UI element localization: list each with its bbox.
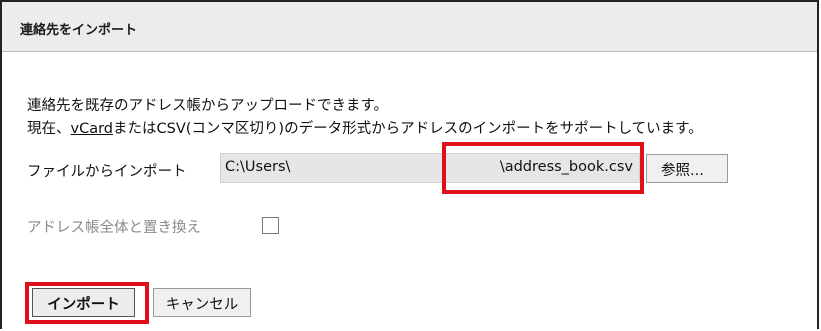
import-contacts-dialog: 連絡先をインポート 連絡先を既存のアドレス帳からアップロードできます。 現在、v… [0, 0, 819, 329]
dialog-titlebar: 連絡先をインポート [2, 2, 817, 52]
description-prefix: 現在、 [27, 121, 71, 137]
description-line-1: 連絡先を既存のアドレス帳からアップロードできます。 [27, 98, 389, 114]
browse-button[interactable]: 参照... [646, 154, 728, 183]
file-path-text: C:\Users\ [225, 159, 291, 175]
replace-address-book-checkbox[interactable] [262, 217, 279, 234]
highlight-box-filename [442, 142, 644, 194]
dialog-title: 連絡先をインポート [20, 23, 138, 38]
import-from-file-label: ファイルからインポート [27, 164, 187, 180]
replace-address-book-label: アドレス帳全体と置き換え [27, 220, 201, 236]
vcard-link[interactable]: vCard [71, 121, 114, 137]
cancel-button[interactable]: キャンセル [153, 288, 251, 317]
description-suffix: またはCSV(コンマ区切り)のデータ形式からアドレスのインポートをサポートしてい… [113, 121, 703, 137]
description-line-2: 現在、vCardまたはCSV(コンマ区切り)のデータ形式からアドレスのインポート… [27, 117, 703, 138]
highlight-box-import [25, 282, 149, 324]
